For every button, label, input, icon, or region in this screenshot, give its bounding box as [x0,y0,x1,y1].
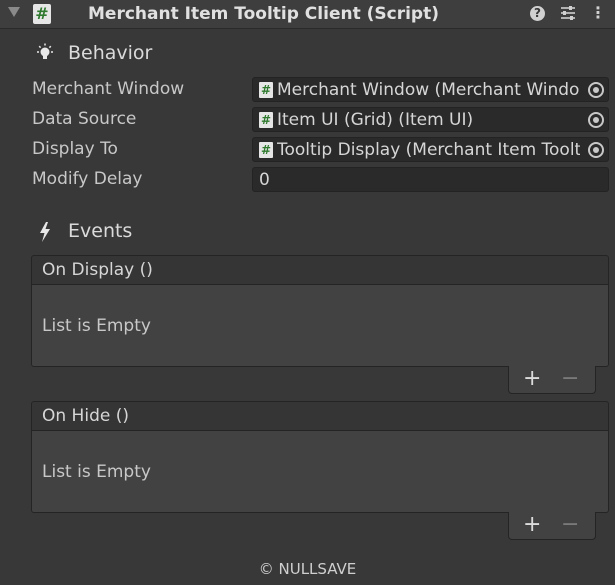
component-title: Merchant Item Tooltip Client (Script) [88,4,439,24]
on-hide-list-footer: + − [508,512,596,540]
merchant-window-field[interactable]: # Merchant Window (Merchant Window) [252,77,609,102]
script-icon: # [259,82,273,98]
on-hide-event-list: List is Empty [31,431,609,513]
script-icon: # [33,4,51,24]
lightbulb-icon [37,43,53,59]
data-source-label: Data Source [32,109,137,129]
behavior-section-title: Behavior [68,42,153,64]
foldout-arrow-icon[interactable] [8,7,20,17]
display-to-field[interactable]: # Tooltip Display (Merchant Item Tooltip… [252,137,609,162]
presets-icon[interactable] [559,4,577,22]
add-listener-button[interactable]: + [523,366,541,392]
more-options-icon[interactable]: ⋮ [590,2,606,24]
events-section-title: Events [68,220,133,242]
lightning-icon [40,222,50,242]
modify-delay-input[interactable]: 0 [252,167,609,192]
data-source-field[interactable]: # Item UI (Grid) (Item UI) [252,107,609,132]
merchant-window-value: Merchant Window (Merchant Window) [277,80,580,100]
data-source-value: Item UI (Grid) (Item UI) [277,110,474,130]
modify-delay-value: 0 [259,170,270,190]
on-display-event-label: On Display () [42,260,153,280]
on-display-list-footer: + − [508,366,596,394]
script-icon: # [259,112,273,128]
on-display-event-header: On Display () [31,255,609,285]
display-to-value: Tooltip Display (Merchant Item Tooltip D… [277,140,580,160]
object-picker-icon[interactable] [588,142,604,158]
list-empty-text: List is Empty [42,462,151,482]
list-empty-text: List is Empty [42,316,151,336]
object-picker-icon[interactable] [588,112,604,128]
add-listener-button[interactable]: + [523,512,541,538]
display-to-label: Display To [32,139,118,159]
copyright-text: © NULLSAVE [258,560,357,578]
modify-delay-label: Modify Delay [32,169,143,189]
help-icon[interactable]: ? [530,6,545,21]
merchant-window-label: Merchant Window [32,79,185,99]
script-icon: # [259,142,273,158]
object-picker-icon[interactable] [588,82,604,98]
remove-listener-button[interactable]: − [561,366,579,392]
remove-listener-button[interactable]: − [561,512,579,538]
on-hide-event-label: On Hide () [42,406,129,426]
on-hide-event-header: On Hide () [31,401,609,431]
on-display-event-list: List is Empty [31,285,609,367]
